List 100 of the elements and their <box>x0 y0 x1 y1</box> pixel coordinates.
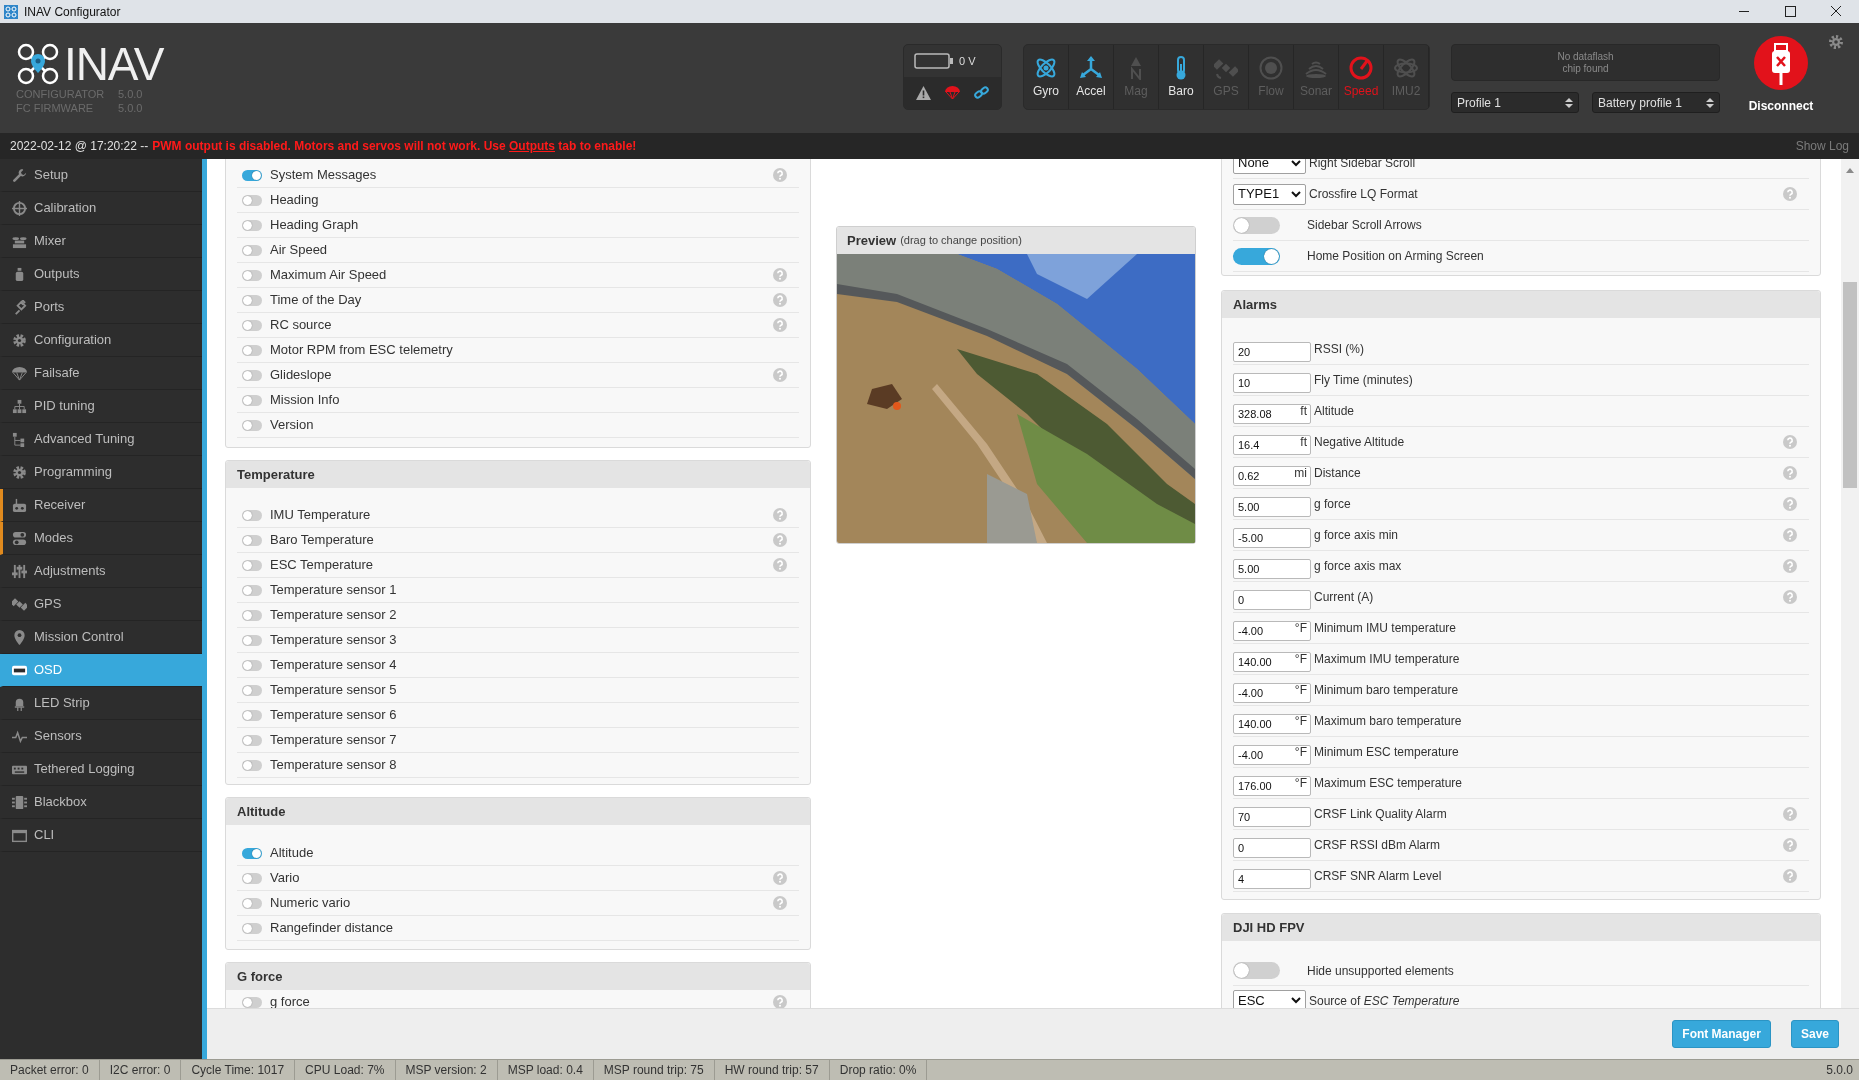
toggle-switch[interactable] <box>242 759 262 771</box>
number-field[interactable]: -5.00 <box>1233 528 1311 548</box>
setting-label: Altitude <box>1314 403 1355 420</box>
unit-label: °F <box>1294 683 1307 697</box>
drone-logo-icon <box>16 42 60 86</box>
element-label: Mission Info <box>270 391 340 410</box>
setting-label: Minimum ESC temperature <box>1314 744 1459 761</box>
setting-label: Source of ESC Temperature <box>1309 992 1460 1008</box>
dropdown[interactable]: TYPE1 <box>1233 183 1306 205</box>
toggle-switch[interactable] <box>242 872 262 884</box>
toggle-switch[interactable] <box>242 609 262 621</box>
element-label: Rangefinder distance <box>270 919 393 938</box>
toggle-switch[interactable] <box>242 734 262 746</box>
toggle-switch[interactable] <box>242 344 262 356</box>
toggle-switch[interactable] <box>242 559 262 571</box>
dropdown[interactable]: ESC <box>1233 990 1306 1008</box>
panel-title: Temperature <box>237 465 315 484</box>
setting-label: RSSI (%) <box>1314 341 1364 358</box>
toggle-switch[interactable] <box>242 584 262 596</box>
toggle-switch[interactable] <box>242 684 262 696</box>
toggle-switch[interactable] <box>242 996 262 1008</box>
toggle-switch[interactable] <box>242 709 262 721</box>
show-log-link[interactable]: Show Log <box>1795 137 1849 155</box>
toggle-switch[interactable] <box>1233 247 1280 265</box>
unit-label: mi <box>1294 466 1307 480</box>
preview-title: Preview <box>847 231 897 250</box>
outputs-link[interactable]: Outputs <box>509 139 555 153</box>
number-field[interactable]: 0 <box>1233 838 1311 858</box>
toggle-switch[interactable] <box>242 294 262 306</box>
toggle-switch[interactable] <box>242 169 262 181</box>
number-field[interactable]: 70 <box>1233 807 1311 827</box>
scrollbar-thumb[interactable] <box>1843 282 1857 488</box>
number-field[interactable]: 10 <box>1233 373 1311 393</box>
toggle-switch[interactable] <box>242 659 262 671</box>
number-field[interactable]: 0 <box>1233 590 1311 610</box>
profile-dropdown[interactable]: Battery profile 1 <box>1592 92 1720 113</box>
setting-label: CRSF Link Quality Alarm <box>1314 806 1447 823</box>
log-timestamp: 2022-02-12 @ 17:20:22 -- <box>10 138 149 155</box>
element-label: Maximum Air Speed <box>270 266 387 285</box>
element-label: Motor RPM from ESC telemetry <box>270 341 453 360</box>
gear-icon <box>12 464 27 480</box>
status-item: CPU Load: 7% <box>295 1060 396 1080</box>
toggle-switch[interactable] <box>242 419 262 431</box>
remote-control-icon <box>12 497 27 513</box>
element-label: Temperature sensor 5 <box>270 681 397 700</box>
toggle-switch[interactable] <box>1233 216 1280 234</box>
scroll-up-icon[interactable] <box>1846 167 1854 173</box>
parachute-icon <box>12 365 27 381</box>
number-field[interactable]: 5.00 <box>1233 497 1311 517</box>
toggle-switch[interactable] <box>242 369 262 381</box>
element-label: Temperature sensor 7 <box>270 731 397 750</box>
toggle-switch[interactable] <box>242 534 262 546</box>
number-field[interactable]: 4 <box>1233 869 1311 889</box>
toggle-switch[interactable] <box>242 509 262 521</box>
disconnect-button[interactable]: Disconnect <box>1743 36 1819 116</box>
toggle-switch[interactable] <box>242 922 262 934</box>
element-label: Baro Temperature <box>270 531 374 550</box>
element-label: Temperature sensor 1 <box>270 581 397 600</box>
toggle-switch[interactable] <box>242 897 262 909</box>
hierarchy-icon <box>12 398 27 414</box>
toggle-switch[interactable] <box>242 394 262 406</box>
toggle-switch[interactable] <box>242 219 262 231</box>
unit-label: °F <box>1294 714 1307 728</box>
sidebar-item[interactable]: Modes <box>0 522 202 555</box>
element-label: Heading <box>270 191 319 210</box>
satellite-icon <box>12 596 27 612</box>
setting-label: Sidebar Scroll Arrows <box>1307 217 1422 234</box>
toggle-switch[interactable] <box>242 244 262 256</box>
toggle-switch[interactable] <box>242 269 262 281</box>
toggle-switch[interactable] <box>1233 962 1280 979</box>
setting-label: g force axis max <box>1314 558 1402 575</box>
wrench-icon <box>12 167 27 183</box>
status-item: MSP version: 2 <box>395 1060 498 1080</box>
toggle-switch[interactable] <box>242 194 262 206</box>
setting-label: Current (A) <box>1314 589 1374 606</box>
window-title: INAV Configurator <box>24 3 121 21</box>
scrollbar[interactable] <box>1841 159 1859 1008</box>
toggle-switch[interactable] <box>242 847 262 859</box>
number-field[interactable]: 20 <box>1233 342 1311 362</box>
settings-icon[interactable] <box>1827 33 1845 51</box>
profile-dropdown[interactable]: Profile 1 <box>1451 92 1579 113</box>
battery-voltage: 0 V <box>959 53 976 69</box>
sidebar-item[interactable]: Receiver <box>0 489 202 522</box>
number-field[interactable]: 5.00 <box>1233 559 1311 579</box>
element-label: Temperature sensor 8 <box>270 756 397 775</box>
parachute-icon <box>945 86 960 100</box>
panel-title: Altitude <box>237 802 286 821</box>
toggle-switch[interactable] <box>242 319 262 331</box>
panel-title: G force <box>237 967 283 986</box>
element-label: Vario <box>270 869 300 888</box>
chevron-down-icon <box>1291 190 1301 198</box>
setting-label: Maximum IMU temperature <box>1314 651 1460 668</box>
unit-label: °F <box>1294 745 1307 759</box>
dropdown[interactable]: None <box>1233 159 1306 174</box>
toggle-switch[interactable] <box>242 634 262 646</box>
plug-icon <box>12 299 27 315</box>
sensor-label: Accel <box>1076 84 1106 98</box>
status-item: Drop ratio: 0% <box>829 1060 928 1080</box>
version-text: 5.0.0 <box>1826 1062 1853 1079</box>
setting-label: Minimum baro temperature <box>1314 682 1459 699</box>
